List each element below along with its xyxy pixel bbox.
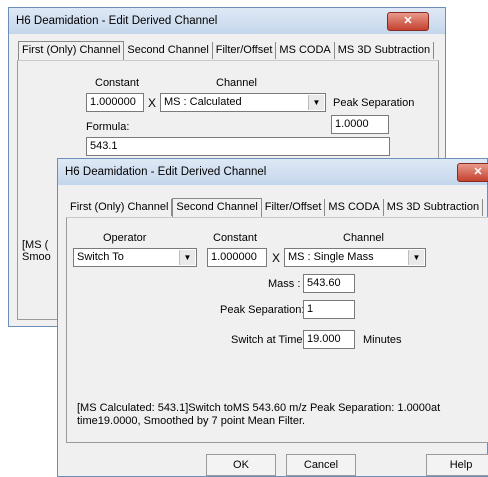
help-button[interactable]: Help: [426, 454, 488, 476]
cancel-button[interactable]: Cancel: [286, 454, 356, 476]
front-tab-ms-coda[interactable]: MS CODA: [325, 199, 384, 216]
front-tab-filter-offset[interactable]: Filter/Offset: [262, 199, 326, 216]
back-times-sign: X: [148, 96, 157, 110]
back-tab-second-channel[interactable]: Second Channel: [124, 42, 213, 59]
back-peak-separation-label: Peak Separation: [333, 97, 415, 109]
back-tab-ms-3d-subtraction[interactable]: MS 3D Subtraction: [335, 42, 435, 59]
front-titlebar: H6 Deamidation - Edit Derived Channel ✕: [58, 159, 488, 185]
channel-label: Channel: [343, 232, 384, 244]
back-channel-value: MS : Calculated: [164, 96, 242, 108]
back-dialog-title: H6 Deamidation - Edit Derived Channel: [16, 15, 218, 27]
channel-dropdown[interactable]: MS : Single Mass ▼: [284, 248, 426, 267]
back-close-button[interactable]: ✕: [387, 12, 429, 31]
front-dialog-title: H6 Deamidation - Edit Derived Channel: [65, 166, 267, 178]
switch-time-input[interactable]: 19.000: [303, 330, 355, 349]
front-tab-strip: First (Only) Channel Second Channel Filter…: [67, 198, 484, 217]
back-tab-strip: First (Only) Channel Second Channel Filter…: [18, 41, 435, 60]
close-icon: ✕: [473, 166, 483, 178]
front-tab-second-channel[interactable]: Second Channel: [172, 198, 262, 217]
back-formula-input[interactable]: 543.1: [86, 137, 390, 156]
operator-value: Switch To: [77, 251, 124, 263]
front-client-area: First (Only) Channel Second Channel Filter…: [63, 185, 488, 476]
back-tab-ms-coda[interactable]: MS CODA: [276, 42, 335, 59]
close-icon: ✕: [403, 15, 413, 27]
summary-text: [MS Calculated: 543.1]Switch toMS 543.60…: [77, 402, 441, 427]
chevron-down-icon[interactable]: ▼: [308, 95, 324, 110]
back-channel-dropdown[interactable]: MS : Calculated ▼: [160, 93, 326, 112]
back-channel-label: Channel: [216, 77, 257, 89]
operator-label: Operator: [103, 232, 147, 244]
peak-separation-input[interactable]: 1: [303, 300, 355, 319]
chevron-down-icon[interactable]: ▼: [179, 250, 195, 265]
front-tab-ms-3d-subtraction[interactable]: MS 3D Subtraction: [384, 199, 484, 216]
back-tab-filter-offset[interactable]: Filter/Offset: [213, 42, 277, 59]
back-tab-first-channel[interactable]: First (Only) Channel: [18, 41, 125, 60]
chevron-down-icon[interactable]: ▼: [408, 250, 424, 265]
front-close-button[interactable]: ✕: [457, 163, 488, 182]
back-peak-separation-input[interactable]: 1.0000: [331, 115, 389, 134]
constant-label: Constant: [213, 232, 258, 244]
times-sign: X: [272, 251, 281, 265]
back-constant-input[interactable]: 1.000000: [86, 93, 144, 112]
back-titlebar: H6 Deamidation - Edit Derived Channel ✕: [9, 8, 445, 34]
back-constant-label: Constant: [95, 77, 140, 89]
constant-input[interactable]: 1.000000: [207, 248, 267, 267]
channel-value: MS : Single Mass: [288, 251, 374, 263]
back-formula-label: Formula:: [86, 121, 130, 133]
operator-dropdown[interactable]: Switch To ▼: [73, 248, 197, 267]
mass-label: Mass :: [268, 278, 301, 290]
front-tab-first-channel[interactable]: First (Only) Channel: [67, 199, 173, 216]
minutes-label: Minutes: [363, 334, 402, 346]
peak-separation-label: Peak Separation:: [220, 304, 305, 316]
mass-input[interactable]: 543.60: [303, 274, 355, 293]
front-tab-panel: Operator Switch To ▼ Constant 1.000000 X…: [66, 217, 488, 443]
back-summary-fragment: [MS ( Smoo: [22, 239, 51, 263]
switch-time-label: Switch at Time: [231, 334, 303, 346]
ok-button[interactable]: OK: [206, 454, 276, 476]
front-dialog: H6 Deamidation - Edit Derived Channel ✕ …: [57, 158, 488, 477]
